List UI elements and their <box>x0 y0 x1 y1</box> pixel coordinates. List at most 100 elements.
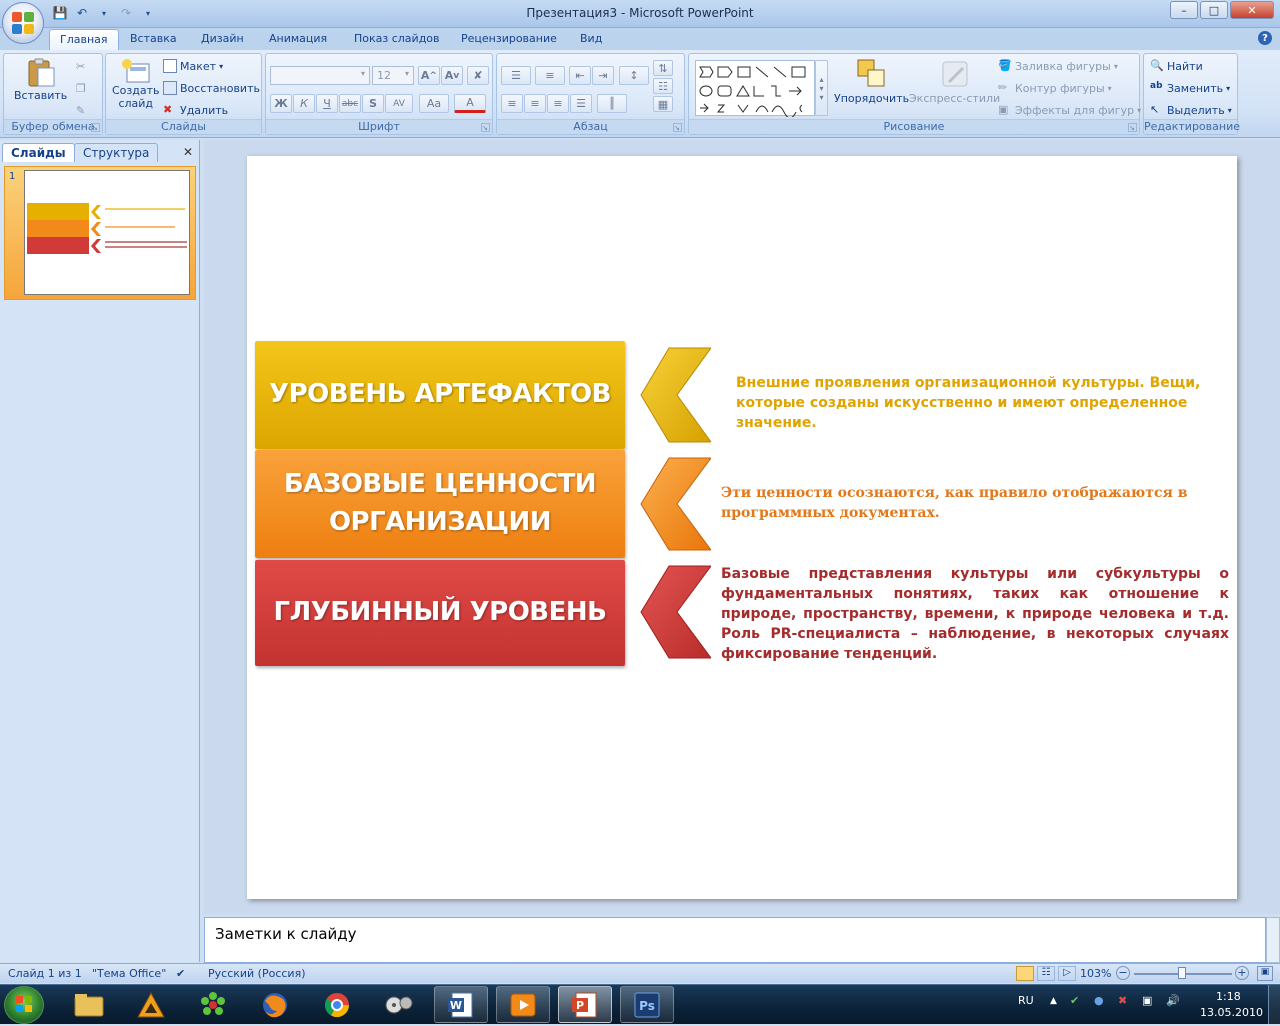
fit-slide-icon[interactable]: ▣ <box>1257 966 1273 981</box>
layout-button[interactable]: Макет ▾ <box>163 59 223 73</box>
zoom-in-icon[interactable]: + <box>1235 966 1249 980</box>
reset-button[interactable]: Восстановить <box>163 81 260 95</box>
tray-app-icon[interactable]: ✔ <box>1070 994 1079 1007</box>
char-spacing-button[interactable]: AV <box>385 94 413 113</box>
delete-slide-button[interactable]: ✖ Удалить <box>163 103 228 117</box>
tab-outline[interactable]: Структура <box>74 143 159 162</box>
replace-button[interactable]: ab Заменить ▾ <box>1150 81 1230 95</box>
line-spacing-icon[interactable]: ↕ <box>619 66 649 85</box>
tray-bluetooth-icon[interactable]: ● <box>1094 994 1104 1007</box>
minimize-button[interactable]: – <box>1170 1 1198 19</box>
photoshop-taskbar-icon[interactable]: Ps <box>620 986 674 1023</box>
font-size-combo[interactable]: 12 ▾ <box>372 66 414 85</box>
quick-styles-button[interactable]: Экспресс-стили <box>909 58 1000 105</box>
numbering-icon[interactable]: ≡ <box>535 66 565 85</box>
tab-home[interactable]: Главная <box>49 29 119 51</box>
arrange-button[interactable]: Упорядочить <box>834 58 909 105</box>
tab-slides[interactable]: Слайды <box>2 143 75 162</box>
new-slide-button[interactable]: Создать слайд <box>112 58 160 110</box>
bullets-icon[interactable]: ☰ <box>501 66 531 85</box>
columns-icon[interactable]: ║ <box>597 94 627 113</box>
media-player-taskbar-icon[interactable] <box>372 986 426 1023</box>
find-button[interactable]: 🔍 Найти <box>1150 59 1203 73</box>
close-pane-icon[interactable]: ✕ <box>183 145 193 159</box>
office-button[interactable] <box>2 2 44 44</box>
tab-animation[interactable]: Анимация <box>269 32 327 45</box>
normal-view-icon[interactable] <box>1016 966 1034 981</box>
sorter-view-icon[interactable]: ☷ <box>1037 966 1055 981</box>
text-direction-icon[interactable]: ⇅ <box>653 60 673 76</box>
align-right-icon[interactable]: ≡ <box>547 94 569 113</box>
tab-insert[interactable]: Вставка <box>130 32 177 45</box>
level-deep-box[interactable]: ГЛУБИННЫЙ УРОВЕНЬ <box>255 560 625 666</box>
shapes-gallery[interactable] <box>695 60 815 119</box>
shape-effects-button[interactable]: ▣ Эффекты для фигур ▾ <box>998 103 1141 117</box>
show-desktop-button[interactable] <box>1268 985 1280 1024</box>
cut-icon[interactable]: ✂ <box>76 60 85 73</box>
italic-button[interactable]: К <box>293 94 315 113</box>
underline-button[interactable]: Ч <box>316 94 338 113</box>
font-name-combo[interactable]: ▾ <box>270 66 370 85</box>
copy-icon[interactable]: ❐ <box>76 82 86 95</box>
zoom-out-icon[interactable]: − <box>1116 966 1130 980</box>
justify-icon[interactable]: ☰ <box>570 94 592 113</box>
tab-design[interactable]: Дизайн <box>201 32 244 45</box>
font-launcher-icon[interactable]: ↘ <box>481 123 490 132</box>
shadow-button[interactable]: S <box>362 94 384 113</box>
clock-date[interactable]: 13.05.2010 <box>1200 1006 1263 1019</box>
format-painter-icon[interactable]: ✎ <box>76 104 85 117</box>
paste-button[interactable]: Вставить <box>14 58 67 102</box>
strikethrough-button[interactable]: abc <box>339 94 361 113</box>
drawing-launcher-icon[interactable]: ↘ <box>1128 123 1137 132</box>
bold-button[interactable]: Ж <box>270 94 292 113</box>
tab-slideshow[interactable]: Показ слайдов <box>354 32 440 45</box>
smartart-icon[interactable]: ▦ <box>653 96 673 112</box>
tab-view[interactable]: Вид <box>580 32 602 45</box>
zoom-level[interactable]: 103% <box>1080 967 1111 980</box>
paragraph-launcher-icon[interactable]: ↘ <box>673 123 682 132</box>
notes-scrollbar[interactable] <box>1266 917 1280 963</box>
notes-pane[interactable]: Заметки к слайду <box>204 917 1266 963</box>
chrome-taskbar-icon[interactable] <box>310 986 364 1023</box>
start-button[interactable] <box>4 986 44 1024</box>
video-taskbar-icon[interactable] <box>496 986 550 1023</box>
slideshow-view-icon[interactable]: ▷ <box>1058 966 1076 981</box>
change-case-button[interactable]: Aa <box>419 94 449 113</box>
tray-expand-icon[interactable]: ▲ <box>1050 996 1057 1006</box>
level-values-box[interactable]: БАЗОВЫЕ ЦЕННОСТИ ОРГАНИЗАЦИИ <box>255 450 625 558</box>
clipboard-launcher-icon[interactable]: ↘ <box>91 123 100 132</box>
decrease-indent-icon[interactable]: ⇤ <box>569 66 591 85</box>
spellcheck-icon[interactable]: ✔ <box>176 967 185 980</box>
help-icon[interactable]: ? <box>1258 31 1272 45</box>
font-color-button[interactable]: A <box>454 94 486 113</box>
firefox-taskbar-icon[interactable] <box>248 986 302 1023</box>
language-indicator[interactable]: RU <box>1018 994 1034 1007</box>
select-button[interactable]: ↖ Выделить ▾ <box>1150 103 1232 117</box>
clear-format-icon[interactable]: ✘ <box>467 66 489 85</box>
word-taskbar-icon[interactable]: W <box>434 986 488 1023</box>
tray-network-icon[interactable]: ▣ <box>1142 994 1152 1007</box>
align-center-icon[interactable]: ≡ <box>524 94 546 113</box>
slide-thumbnail[interactable] <box>24 170 190 295</box>
increase-indent-icon[interactable]: ⇥ <box>592 66 614 85</box>
shape-fill-button[interactable]: 🪣 Заливка фигуры ▾ <box>998 59 1118 73</box>
zoom-slider-thumb[interactable] <box>1178 967 1186 979</box>
tray-volume-icon[interactable]: 🔊 <box>1166 994 1180 1007</box>
status-language[interactable]: Русский (Россия) <box>208 967 306 980</box>
align-left-icon[interactable]: ≡ <box>501 94 523 113</box>
powerpoint-taskbar-icon[interactable]: P <box>558 986 612 1023</box>
slide-canvas[interactable]: УРОВЕНЬ АРТЕФАКТОВ Внешние проявления ор… <box>247 156 1237 899</box>
tab-review[interactable]: Рецензирование <box>461 32 557 45</box>
explorer-taskbar-icon[interactable] <box>62 986 116 1023</box>
grow-font-button[interactable]: A ^ <box>418 66 440 85</box>
aimp-taskbar-icon[interactable] <box>124 986 178 1023</box>
shrink-font-button[interactable]: Av <box>441 66 463 85</box>
align-text-icon[interactable]: ☷ <box>653 78 673 94</box>
icq-taskbar-icon[interactable] <box>186 986 240 1023</box>
close-button[interactable]: ✕ <box>1230 1 1274 19</box>
clock-time[interactable]: 1:18 <box>1216 990 1241 1003</box>
level-artifacts-box[interactable]: УРОВЕНЬ АРТЕФАКТОВ <box>255 341 625 449</box>
tray-security-icon[interactable]: ✖ <box>1118 994 1127 1007</box>
maximize-button[interactable]: □ <box>1200 1 1228 19</box>
shapes-scroll[interactable]: ▴ ▾ ▾ <box>815 60 828 116</box>
